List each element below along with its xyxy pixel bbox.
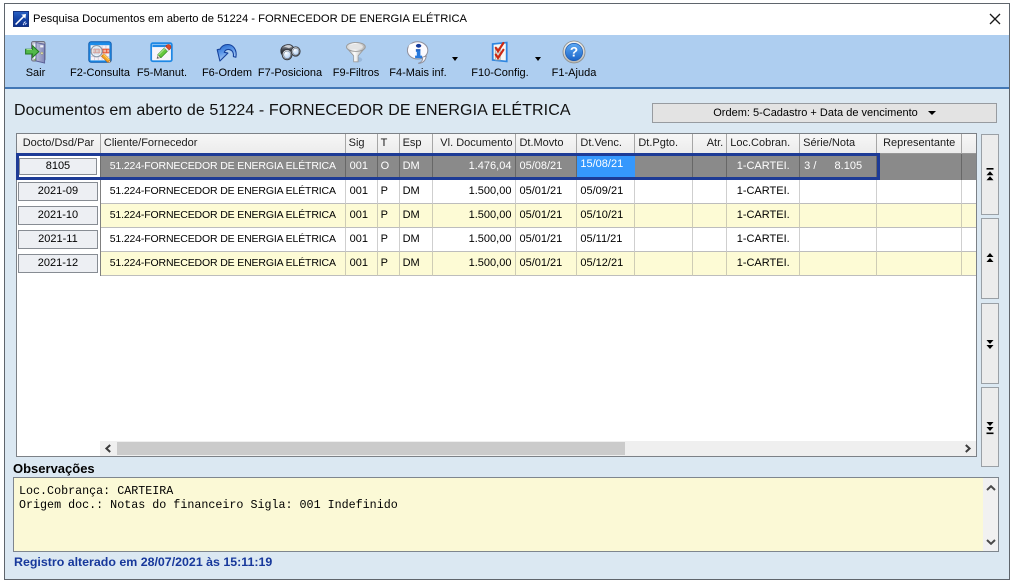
svg-text:?: ? — [570, 45, 578, 60]
